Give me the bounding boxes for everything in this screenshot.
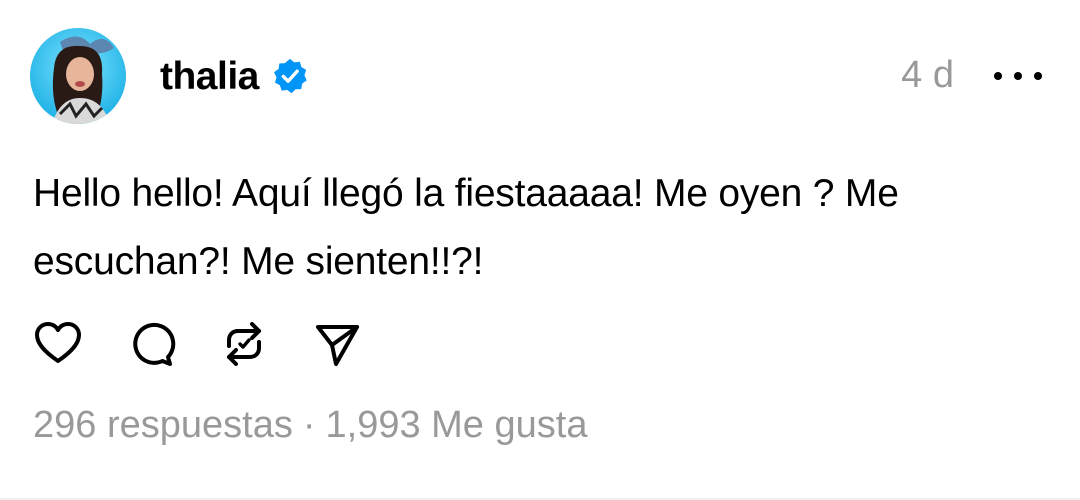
replies-count-link[interactable]: 296 respuestas bbox=[33, 406, 293, 444]
post-stats: 296 respuestas · 1,993 Me gusta bbox=[33, 406, 587, 444]
avatar[interactable] bbox=[30, 28, 126, 124]
stats-separator: · bbox=[302, 404, 316, 446]
post-text-line: escuchan?! Me sienten!!?! bbox=[33, 240, 484, 283]
verified-badge-icon bbox=[271, 57, 309, 95]
heart-icon bbox=[35, 322, 81, 363]
like-button[interactable] bbox=[32, 318, 84, 370]
post-timestamp: 4 d bbox=[901, 54, 954, 96]
more-options-button[interactable] bbox=[994, 62, 1042, 90]
comment-icon bbox=[133, 322, 176, 366]
more-dot bbox=[1034, 72, 1042, 80]
more-dot bbox=[1014, 72, 1022, 80]
repost-icon bbox=[227, 322, 261, 366]
post-header: thalia bbox=[160, 52, 309, 100]
post-text: Hello hello! Aquí llegó la fiestaaaaa! M… bbox=[33, 160, 1033, 296]
action-bar bbox=[32, 318, 404, 370]
thread-post: thalia 4 d Hello hello! Aquí llegó la fi… bbox=[0, 0, 1080, 500]
username[interactable]: thalia bbox=[160, 57, 259, 96]
avatar-image bbox=[30, 28, 126, 124]
post-text-line: Hello hello! Aquí llegó la fiestaaaaa! M… bbox=[33, 172, 899, 215]
reply-button[interactable] bbox=[125, 318, 177, 370]
more-dot bbox=[994, 72, 1002, 80]
share-button[interactable] bbox=[311, 318, 363, 370]
send-icon bbox=[316, 325, 359, 366]
likes-count-link[interactable]: 1,993 Me gusta bbox=[326, 406, 588, 444]
repost-button[interactable] bbox=[218, 318, 270, 370]
